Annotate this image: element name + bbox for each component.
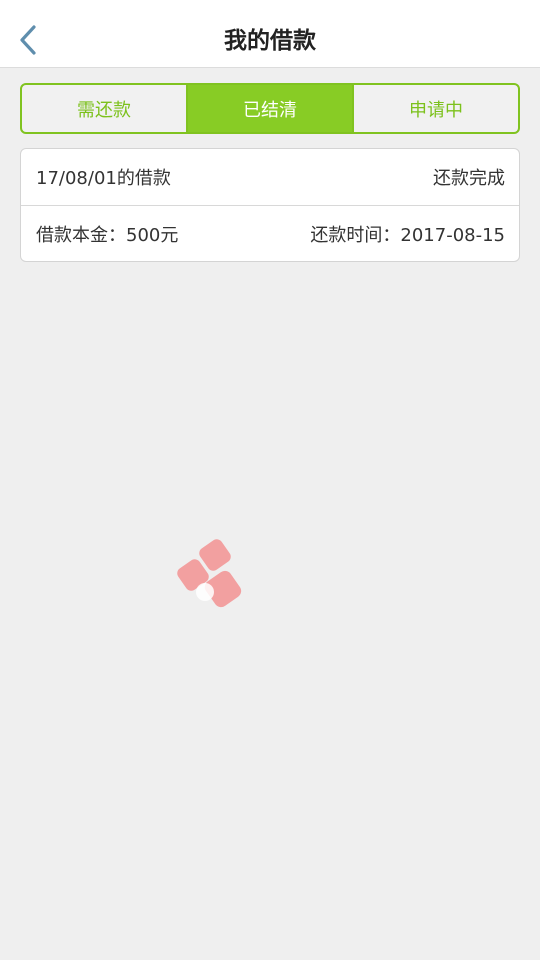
loan-card-details: 借款本金：500元 还款时间：2017-08-15 — [21, 205, 519, 261]
principal-value: 500元 — [126, 224, 179, 246]
watermark — [177, 539, 242, 608]
principal-label: 借款本金： — [36, 224, 126, 246]
loan-card[interactable]: 17/08/01的借款 还款完成 借款本金：500元 还款时间：2017-08-… — [20, 148, 520, 262]
top-bar: 我的借款 — [0, 0, 540, 68]
tab-pending-repayment[interactable]: 需还款 — [22, 85, 186, 132]
loan-status: 还款完成 — [433, 168, 505, 189]
principal: 借款本金：500元 — [36, 221, 178, 247]
tab-settled[interactable]: 已结清 — [186, 85, 352, 132]
repay-time-value: 2017-08-15 — [400, 224, 505, 246]
status-tabs: 需还款 已结清 申请中 — [20, 83, 520, 134]
watermark-logo-icon — [177, 539, 242, 608]
loan-card-header: 17/08/01的借款 还款完成 — [21, 149, 519, 205]
page-title: 我的借款 — [224, 28, 316, 54]
loan-title: 17/08/01的借款 — [36, 168, 171, 189]
tab-applying[interactable]: 申请中 — [352, 85, 518, 132]
repay-time-label: 还款时间： — [310, 224, 401, 246]
repay-time: 还款时间：2017-08-15 — [310, 221, 505, 247]
